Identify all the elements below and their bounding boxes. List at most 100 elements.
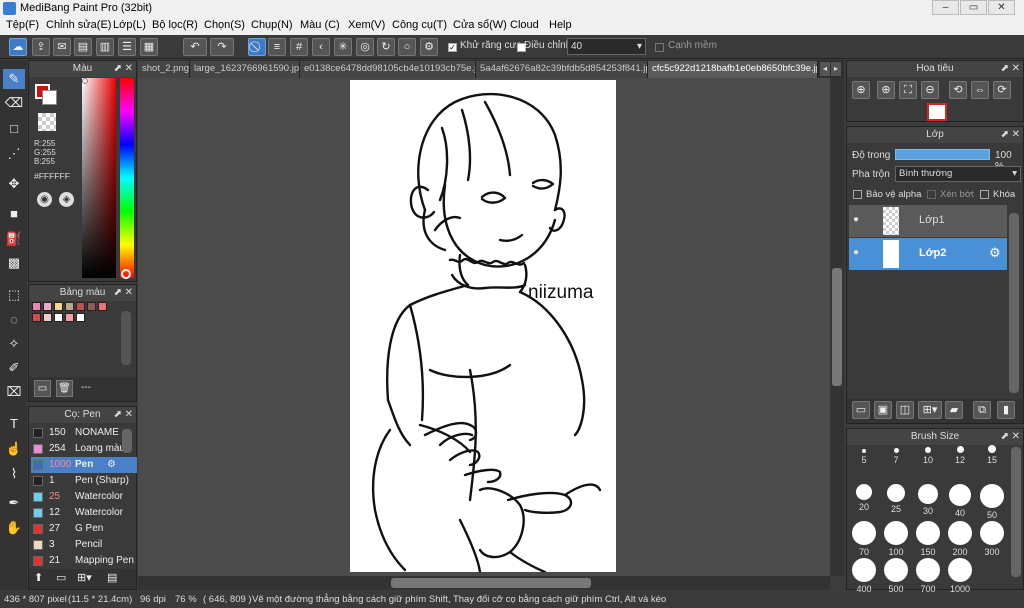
grid-icon[interactable]: ▦ (140, 38, 158, 56)
undo-icon[interactable]: ↶ (183, 38, 207, 56)
color-swatch[interactable] (65, 302, 74, 311)
magic-wand-icon[interactable]: ✧ (3, 334, 25, 354)
brush-settings-icon[interactable]: ▤ (107, 571, 117, 584)
brush-scrollbar[interactable] (122, 429, 132, 453)
tab-document-active[interactable]: cfc5c922d1218bafb1e0eb8650bfc39e.jpg (648, 61, 818, 78)
menu-select[interactable]: Chọn(S) (204, 19, 245, 31)
brush-size-option[interactable]: 25 (881, 482, 911, 514)
close-icon[interactable]: ✕ (1012, 127, 1020, 143)
undock-icon[interactable]: ⬈ (1001, 429, 1009, 445)
menu-layer[interactable]: Lớp(L) (113, 19, 146, 31)
color-swatch[interactable] (76, 313, 85, 322)
menu-cloud[interactable]: Cloud (510, 19, 539, 31)
curve-snap-icon[interactable]: ↻ (377, 38, 395, 56)
minimize-button[interactable]: – (932, 0, 959, 15)
brush-size-scrollbar[interactable] (1011, 447, 1021, 577)
layer-row[interactable]: ● Lớp1 (849, 205, 1007, 237)
brush-row[interactable]: 25 Watercolor (31, 489, 137, 505)
tab-prev-icon[interactable]: ◂ (820, 62, 830, 76)
brush-row[interactable]: 21 Mapping Pen (31, 553, 137, 569)
brush-size-option[interactable]: 400 (849, 556, 879, 594)
menu-edit[interactable]: Chỉnh sửa(E) (46, 19, 111, 31)
select-eraser-icon[interactable]: ⌧ (3, 382, 25, 402)
adjust-value-select[interactable]: 40 ▾ (567, 38, 646, 55)
brush-size-option[interactable]: 20 (849, 482, 879, 512)
close-icon[interactable]: ✕ (1012, 429, 1020, 445)
brush-size-option[interactable]: 50 (977, 482, 1007, 520)
rotate-icon[interactable]: ⟲ (949, 81, 967, 99)
canvas-vertical-scrollbar[interactable] (830, 78, 844, 576)
vscroll-thumb[interactable] (832, 268, 842, 386)
palette-add-icon[interactable]: ◈ (59, 192, 74, 207)
fit-window-icon[interactable]: ⛶ (899, 81, 917, 99)
menu-file[interactable]: Tệp(F) (6, 19, 39, 31)
redo-icon[interactable]: ↷ (210, 38, 234, 56)
undock-icon[interactable]: ⬈ (114, 61, 122, 77)
snap-off-icon[interactable]: ⃠ (248, 38, 266, 56)
soft-edge-checkbox[interactable] (655, 43, 664, 52)
eyedropper-tool-icon[interactable]: ✒ (3, 493, 25, 513)
flip-icon[interactable]: ⇔ (971, 81, 989, 99)
saturation-cursor[interactable] (82, 78, 88, 84)
operation-tool-icon[interactable]: ☝ (3, 439, 25, 459)
rect-tool-icon[interactable]: □ (3, 119, 25, 139)
new-halftone-layer-icon[interactable]: ◫ (896, 401, 914, 419)
dropper-tool-icon[interactable]: ⌇ (3, 464, 25, 484)
document-icon[interactable]: ▥ (96, 38, 114, 56)
eraser-tool-icon[interactable]: ⌫ (3, 93, 25, 113)
folder-icon[interactable]: ▰ (945, 401, 963, 419)
antialias-checkbox[interactable]: ✓ (448, 43, 457, 52)
gear-icon[interactable]: ⚙ (107, 457, 116, 473)
brush-size-option[interactable]: 300 (977, 519, 1007, 557)
undock-icon[interactable]: ⬈ (1001, 127, 1009, 143)
close-icon[interactable]: ✕ (125, 407, 133, 423)
color-swatch[interactable] (43, 302, 52, 311)
brush-size-option[interactable]: 100 (881, 519, 911, 557)
clipping-checkbox[interactable] (927, 190, 936, 199)
tab-document[interactable]: shot_2.png (138, 61, 190, 78)
secondary-color-swatch[interactable] (42, 90, 57, 105)
comment-icon[interactable]: ✉ (53, 38, 71, 56)
layer-scrollbar[interactable] (1009, 213, 1019, 393)
color-swatch[interactable] (76, 302, 85, 311)
brush-size-option[interactable]: 30 (913, 482, 943, 516)
settings-icon[interactable]: ⚙ (420, 38, 438, 56)
trash-icon[interactable]: 🗑 (56, 380, 73, 397)
vanishing-snap-icon[interactable]: ‹ (312, 38, 330, 56)
parallel-snap-icon[interactable]: ≡ (268, 38, 286, 56)
brush-size-option[interactable]: 700 (913, 556, 943, 594)
tab-document[interactable]: 5a4af62676a82c39bfdb5d854253f841.jpg (476, 61, 648, 78)
text-tool-icon[interactable]: T (3, 414, 25, 434)
new-color-layer-icon[interactable]: ▣ (874, 401, 892, 419)
color-swatch[interactable] (54, 313, 63, 322)
undock-icon[interactable]: ⬈ (114, 407, 122, 423)
brush-size-option[interactable]: 5 (849, 445, 879, 475)
canvas-page[interactable]: niizuma (350, 80, 616, 574)
menu-capture[interactable]: Chụp(N) (251, 19, 293, 31)
navigator-preview[interactable] (927, 103, 947, 121)
brush-size-option[interactable]: 1000 (945, 556, 975, 594)
brush-size-option[interactable]: 10 (913, 445, 943, 475)
hscroll-thumb[interactable] (391, 578, 591, 588)
lock-checkbox[interactable] (980, 190, 989, 199)
move-tool-icon[interactable]: ✥ (3, 174, 25, 194)
brush-size-option[interactable]: 7 (881, 445, 911, 475)
brush-size-option[interactable]: 500 (881, 556, 911, 594)
hand-tool-icon[interactable]: ✋ (3, 518, 25, 538)
color-swatch[interactable] (98, 302, 107, 311)
saturation-picker[interactable] (82, 78, 116, 278)
brush-tool-icon[interactable]: ✎ (3, 69, 25, 89)
brush-row[interactable]: 3 Pencil (31, 537, 137, 553)
select-pen-icon[interactable]: ✐ (3, 358, 25, 378)
menu-window[interactable]: Cửa sổ(W) (453, 19, 507, 31)
menu-help[interactable]: Help (549, 19, 572, 31)
zoom-in-icon[interactable]: ⊕ (877, 81, 895, 99)
close-icon[interactable]: ✕ (125, 285, 133, 301)
lasso-tool-icon[interactable]: ◌ (3, 310, 25, 330)
menu-filter[interactable]: Bộ lọc(R) (152, 19, 198, 31)
reset-rotation-icon[interactable]: ⟳ (993, 81, 1011, 99)
dot-tool-icon[interactable]: ⋰ (3, 144, 25, 164)
gradient-tool-icon[interactable]: ▩ (3, 253, 25, 273)
list-icon[interactable]: ☰ (118, 38, 136, 56)
bucket-tool-icon[interactable]: ⛽ (3, 229, 25, 249)
